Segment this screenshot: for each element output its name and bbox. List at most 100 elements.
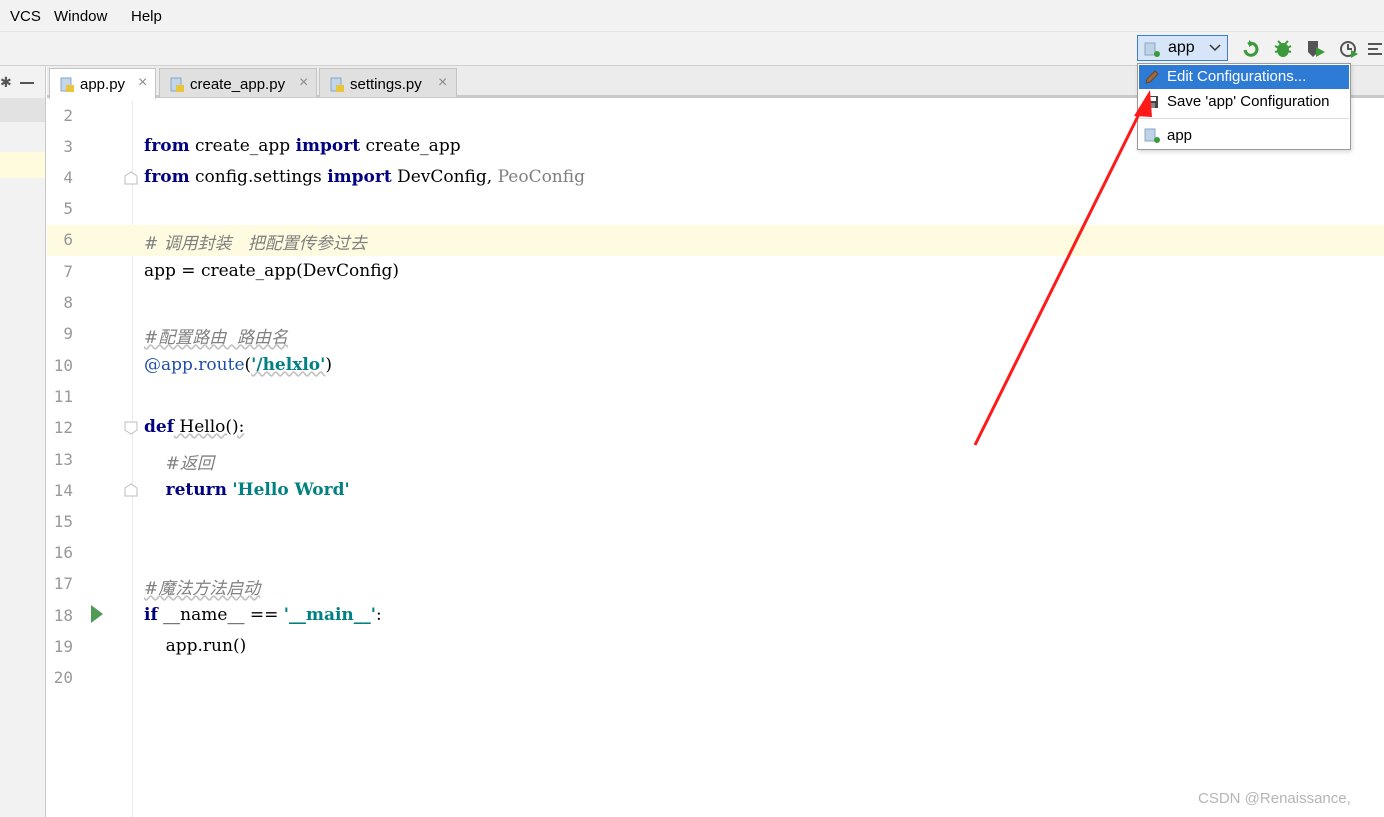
settings-icon[interactable]: ✱: [0, 74, 12, 91]
more-icon[interactable]: [1366, 38, 1384, 60]
close-icon[interactable]: ×: [138, 74, 147, 92]
code-line-17: #魔法方法启动: [144, 574, 260, 599]
toolbar: app: [0, 32, 1384, 66]
fold-marker-icon[interactable]: [124, 421, 138, 435]
save-icon: [1144, 94, 1160, 114]
comment: #魔法方法启动: [144, 579, 261, 599]
line-number: 4: [63, 168, 73, 187]
line-number: 13: [53, 450, 73, 469]
tab-label: create_app.py: [190, 76, 286, 93]
tab-label: settings.py: [350, 76, 422, 93]
comment: #配置路由 路由名: [144, 328, 289, 348]
project-tree-selected-row[interactable]: [0, 98, 45, 122]
code-line-6: # 调用封装 把配置传参过去: [144, 229, 367, 254]
run-configuration-selector[interactable]: app: [1137, 35, 1228, 61]
run-configuration-label: app: [1168, 39, 1195, 56]
python-file-icon: [330, 77, 346, 98]
line-number: 15: [53, 512, 73, 531]
comment: # 调用封装 把配置传参过去: [144, 234, 367, 254]
keyword: from: [144, 167, 190, 187]
line-number: 3: [63, 137, 73, 156]
python-file-icon: [1144, 42, 1162, 63]
tab-create-app-py[interactable]: create_app.py ×: [159, 68, 317, 97]
line-number: 6: [63, 230, 73, 249]
line-number: 20: [53, 668, 73, 687]
code-line-7: app = create_app(DevConfig): [144, 261, 399, 281]
code-line-13: #返回: [144, 449, 214, 474]
code-line-3: from create_app import create_app: [144, 136, 461, 156]
keyword: return: [165, 480, 227, 500]
fold-marker-icon[interactable]: [124, 483, 138, 497]
edit-configurations-item[interactable]: Edit Configurations...: [1139, 65, 1349, 89]
line-number: 9: [63, 324, 73, 343]
string-literal: 'Hello Word': [232, 480, 350, 500]
code-line-12: def Hello():: [144, 417, 244, 437]
code-text: app.run(): [144, 636, 247, 656]
line-number: 7: [63, 262, 73, 281]
project-tool-strip: ✱: [0, 66, 46, 817]
code-text: ): [325, 355, 332, 375]
code-line-4: from config.settings import DevConfig, P…: [144, 167, 585, 187]
menu-item-label: Save 'app' Configuration: [1167, 93, 1330, 110]
app-configuration-item[interactable]: app: [1139, 124, 1349, 148]
code-text: __name__ ==: [157, 605, 284, 625]
unused-import: PeoConfig: [497, 167, 585, 187]
menu-window[interactable]: Window: [54, 8, 107, 25]
menu-bar: VCS Window Help: [0, 0, 1384, 32]
tab-label: app.py: [80, 76, 126, 93]
project-tree-current-row: [0, 152, 45, 178]
code-line-9: #配置路由 路由名: [144, 323, 288, 348]
run-configuration-dropdown: Edit Configurations... Save 'app' Config…: [1137, 63, 1351, 150]
menu-item-label: Edit Configurations...: [1167, 68, 1307, 85]
code-line-14: return 'Hello Word': [144, 480, 350, 500]
close-icon[interactable]: ×: [299, 74, 308, 92]
code-line-19: app.run(): [144, 636, 247, 656]
python-file-icon: [170, 77, 186, 98]
profile-icon[interactable]: [1338, 38, 1360, 60]
decorator: @app.route: [144, 355, 245, 375]
code-text: create_app: [360, 136, 461, 156]
keyword: import: [295, 136, 361, 156]
line-number: 2: [63, 106, 73, 125]
code-line-10: @app.route('/helxlo'): [144, 355, 332, 375]
menu-help[interactable]: Help: [131, 8, 162, 25]
menu-divider: [1139, 118, 1349, 119]
keyword: from: [144, 136, 190, 156]
keyword: if: [144, 605, 158, 625]
keyword: import: [327, 167, 392, 187]
rerun-icon[interactable]: [1240, 38, 1262, 60]
tab-settings-py[interactable]: settings.py ×: [319, 68, 457, 97]
code-text: Hello():: [174, 417, 245, 437]
close-icon[interactable]: ×: [438, 74, 447, 92]
line-number: 8: [63, 293, 73, 312]
python-file-icon: [60, 77, 76, 98]
menu-vcs[interactable]: VCS: [10, 8, 41, 25]
string-literal: '/helxlo': [251, 355, 326, 375]
watermark: CSDN @Renaissance,: [1198, 790, 1351, 807]
string-literal: '__main__': [283, 605, 376, 625]
code-line-18: if __name__ == '__main__':: [144, 605, 382, 625]
keyword: def: [144, 417, 175, 437]
fold-marker-icon[interactable]: [124, 171, 138, 185]
code-text: create_app: [189, 136, 296, 156]
code-editor[interactable]: [133, 101, 1384, 817]
line-number: 17: [53, 574, 73, 593]
python-file-icon: [1144, 128, 1162, 148]
minimize-icon[interactable]: [20, 82, 34, 84]
code-text: app = create_app(DevConfig): [144, 261, 400, 281]
line-number: 10: [53, 356, 73, 375]
line-number: 18: [53, 606, 73, 625]
coverage-icon[interactable]: [1305, 38, 1327, 60]
line-number: 14: [53, 481, 73, 500]
line-number: 5: [63, 199, 73, 218]
run-gutter-icon[interactable]: [90, 604, 104, 629]
line-number: 12: [53, 418, 73, 437]
code-text: DevConfig,: [391, 167, 498, 187]
line-number: 11: [53, 387, 73, 406]
debug-icon[interactable]: [1272, 38, 1294, 60]
tab-app-py[interactable]: app.py ×: [49, 68, 156, 99]
save-configuration-item[interactable]: Save 'app' Configuration: [1139, 90, 1349, 114]
line-number: 16: [53, 543, 73, 562]
pencil-icon: [1144, 69, 1160, 89]
